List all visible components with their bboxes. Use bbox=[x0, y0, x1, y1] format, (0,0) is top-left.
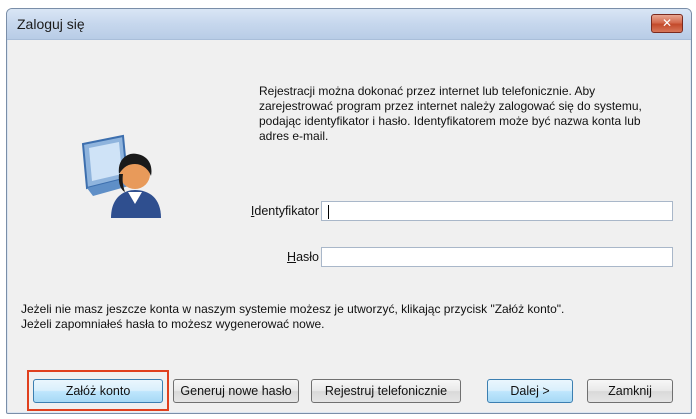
generate-password-button[interactable]: Generuj nowe hasło bbox=[173, 379, 299, 403]
text-cursor bbox=[328, 205, 329, 219]
close-window-button[interactable]: ✕ bbox=[651, 14, 683, 33]
password-label-accesskey: H bbox=[287, 250, 297, 264]
identifier-label-rest: dentyfikator bbox=[254, 204, 319, 218]
title-bar: Zaloguj się ✕ bbox=[7, 9, 691, 40]
identifier-label: Identyfikator bbox=[207, 204, 319, 218]
account-note: Jeżeli nie masz jeszcze konta w naszym s… bbox=[21, 302, 565, 331]
identifier-input[interactable] bbox=[321, 201, 673, 221]
dialog-content: Rejestracji można dokonać przez internet… bbox=[7, 40, 691, 413]
close-icon: ✕ bbox=[661, 16, 673, 30]
register-phone-button[interactable]: Rejestruj telefonicznie bbox=[311, 379, 461, 403]
screenshot: Zaloguj się ✕ Rejestracji można dokonać … bbox=[0, 0, 696, 419]
create-account-button[interactable]: Załóż konto bbox=[33, 379, 163, 403]
next-button[interactable]: Dalej > bbox=[487, 379, 573, 403]
login-dialog: Zaloguj się ✕ Rejestracji można dokonać … bbox=[6, 8, 692, 414]
user-computer-icon bbox=[81, 134, 161, 218]
password-label: Hasło bbox=[207, 250, 319, 264]
window-title: Zaloguj się bbox=[17, 16, 85, 32]
info-text: Rejestracji można dokonać przez internet… bbox=[259, 84, 642, 143]
password-label-rest: asło bbox=[296, 250, 319, 264]
close-button[interactable]: Zamknij bbox=[587, 379, 673, 403]
password-input[interactable] bbox=[321, 247, 673, 267]
